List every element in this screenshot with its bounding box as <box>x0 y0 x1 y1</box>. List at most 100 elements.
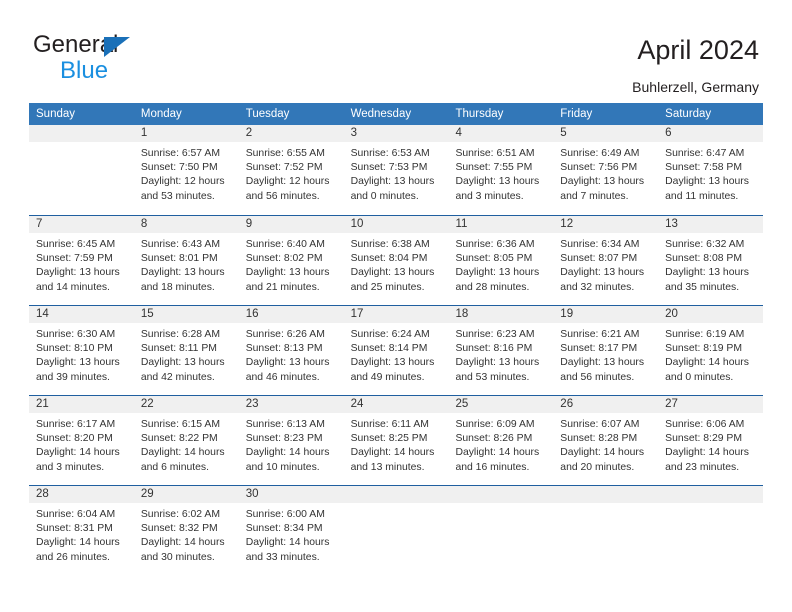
day-details: Sunrise: 6:36 AM Sunset: 8:05 PM Daylight:… <box>448 233 553 295</box>
sunset-text: Sunset: 7:59 PM <box>36 253 113 265</box>
day-details: Sunrise: 6:45 AM Sunset: 7:59 PM Daylight:… <box>29 233 134 295</box>
calendar-day-cell[interactable]: 30 Sunrise: 6:00 AM Sunset: 8:34 PM Dayligh… <box>238 486 344 575</box>
weekday-header-sunday: Sunday <box>36 108 76 120</box>
sunrise-text: Sunrise: 6:06 AM <box>665 419 745 430</box>
sunset-text: Sunset: 8:32 PM <box>140 523 218 535</box>
daylight-text-cont: and 18 minutes. <box>140 281 215 293</box>
sunset-text: Sunset: 7:52 PM <box>245 162 323 174</box>
calendar-day-cell[interactable]: 6 Sunrise: 6:47 AM Sunset: 7:58 PM Daylight… <box>658 125 764 215</box>
sunset-text: Sunset: 8:17 PM <box>560 343 638 355</box>
calendar-day-cell-empty <box>343 486 449 575</box>
daylight-text-cont: and 32 minutes. <box>560 281 635 293</box>
calendar-day-cell[interactable]: 18 Sunrise: 6:23 AM Sunset: 8:16 PM Dayligh… <box>448 306 554 395</box>
calendar-day-cell[interactable]: 15 Sunrise: 6:28 AM Sunset: 8:11 PM Dayligh… <box>133 306 239 395</box>
sunset-text: Sunset: 8:01 PM <box>140 253 218 265</box>
day-number-band: 19 <box>553 306 659 323</box>
day-number-band: 7 <box>29 216 134 233</box>
sunset-text: Sunset: 8:04 PM <box>350 253 428 265</box>
sunset-text: Sunset: 8:34 PM <box>245 523 323 535</box>
day-number: 14 <box>36 308 49 320</box>
daylight-text-cont: and 56 minutes. <box>245 190 320 202</box>
calendar-day-cell[interactable]: 3 Sunrise: 6:53 AM Sunset: 7:53 PM Daylight… <box>343 125 449 215</box>
calendar-day-cell[interactable]: 29 Sunrise: 6:02 AM Sunset: 8:32 PM Dayligh… <box>133 486 239 575</box>
calendar-day-cell-empty <box>29 125 134 215</box>
calendar-weeks: 1 Sunrise: 6:57 AM Sunset: 7:50 PM Daylight… <box>29 125 764 575</box>
calendar-week-row: 14 Sunrise: 6:30 AM Sunset: 8:10 PM Dayligh… <box>29 305 764 395</box>
daylight-text-cont: and 20 minutes. <box>560 461 635 473</box>
day-number-band <box>29 125 134 142</box>
sunrise-text: Sunrise: 6:17 AM <box>36 419 116 430</box>
day-details: Sunrise: 6:51 AM Sunset: 7:55 PM Daylight:… <box>448 142 553 204</box>
logo-text-blue: Blue <box>60 57 109 84</box>
calendar-day-cell[interactable]: 1 Sunrise: 6:57 AM Sunset: 7:50 PM Daylight… <box>133 125 239 215</box>
calendar-day-cell[interactable]: 23 Sunrise: 6:13 AM Sunset: 8:23 PM Dayligh… <box>238 396 344 485</box>
day-details: Sunrise: 6:23 AM Sunset: 8:16 PM Daylight:… <box>448 323 553 385</box>
daylight-text-cont: and 26 minutes. <box>36 551 110 563</box>
sunrise-text: Sunrise: 6:24 AM <box>350 329 430 340</box>
calendar-day-cell[interactable]: 27 Sunrise: 6:06 AM Sunset: 8:29 PM Dayligh… <box>658 396 764 485</box>
sunrise-text: Sunrise: 6:49 AM <box>560 148 640 159</box>
calendar-day-cell[interactable]: 14 Sunrise: 6:30 AM Sunset: 8:10 PM Dayligh… <box>29 306 134 395</box>
daylight-text: Daylight: 14 hours <box>560 447 645 459</box>
calendar-day-cell[interactable]: 20 Sunrise: 6:19 AM Sunset: 8:19 PM Dayligh… <box>658 306 764 395</box>
calendar-day-cell[interactable]: 2 Sunrise: 6:55 AM Sunset: 7:52 PM Daylight… <box>238 125 344 215</box>
day-details: Sunrise: 6:19 AM Sunset: 8:19 PM Daylight:… <box>658 323 763 385</box>
daylight-text: Daylight: 13 hours <box>36 267 120 279</box>
day-details <box>448 503 553 508</box>
day-number-band: 17 <box>343 306 449 323</box>
calendar-day-cell[interactable]: 7 Sunrise: 6:45 AM Sunset: 7:59 PM Daylight… <box>29 216 134 305</box>
day-number-band: 5 <box>553 125 659 142</box>
day-number-band: 23 <box>238 396 344 413</box>
general-blue-logo[interactable]: General Blue <box>33 32 183 90</box>
day-number: 21 <box>36 398 49 410</box>
daylight-text: Daylight: 13 hours <box>560 357 645 369</box>
daylight-text-cont: and 11 minutes. <box>665 190 739 202</box>
sunset-text: Sunset: 8:08 PM <box>665 253 742 265</box>
calendar-day-cell[interactable]: 28 Sunrise: 6:04 AM Sunset: 8:31 PM Dayligh… <box>29 486 134 575</box>
day-details: Sunrise: 6:57 AM Sunset: 7:50 PM Daylight:… <box>134 142 239 204</box>
daylight-text: Daylight: 13 hours <box>245 357 330 369</box>
calendar-day-cell[interactable]: 22 Sunrise: 6:15 AM Sunset: 8:22 PM Dayligh… <box>133 396 239 485</box>
sunset-text: Sunset: 7:58 PM <box>665 162 742 174</box>
day-number-band: 25 <box>448 396 554 413</box>
day-number: 28 <box>36 488 49 500</box>
calendar-day-cell[interactable]: 5 Sunrise: 6:49 AM Sunset: 7:56 PM Daylight… <box>553 125 659 215</box>
daylight-text-cont: and 3 minutes. <box>455 190 524 202</box>
day-number-band: 15 <box>133 306 239 323</box>
daylight-text: Daylight: 13 hours <box>350 176 435 188</box>
calendar-day-cell[interactable]: 19 Sunrise: 6:21 AM Sunset: 8:17 PM Dayligh… <box>553 306 659 395</box>
page-subtitle: Buhlerzell, Germany <box>632 79 759 95</box>
day-details: Sunrise: 6:26 AM Sunset: 8:13 PM Daylight:… <box>239 323 344 385</box>
calendar-day-cell[interactable]: 17 Sunrise: 6:24 AM Sunset: 8:14 PM Dayligh… <box>343 306 449 395</box>
calendar-day-cell[interactable]: 13 Sunrise: 6:32 AM Sunset: 8:08 PM Dayligh… <box>658 216 764 305</box>
day-number-band: 20 <box>658 306 764 323</box>
calendar-day-cell[interactable]: 25 Sunrise: 6:09 AM Sunset: 8:26 PM Dayligh… <box>448 396 554 485</box>
calendar-day-cell[interactable]: 9 Sunrise: 6:40 AM Sunset: 8:02 PM Daylight… <box>238 216 344 305</box>
day-number-band: 27 <box>658 396 764 413</box>
calendar-day-cell[interactable]: 16 Sunrise: 6:26 AM Sunset: 8:13 PM Dayligh… <box>238 306 344 395</box>
sunset-text: Sunset: 8:19 PM <box>665 343 742 355</box>
day-number: 20 <box>665 308 678 320</box>
sunrise-text: Sunrise: 6:32 AM <box>665 239 745 250</box>
daylight-text: Daylight: 13 hours <box>455 267 540 279</box>
calendar-day-cell[interactable]: 12 Sunrise: 6:34 AM Sunset: 8:07 PM Dayligh… <box>553 216 659 305</box>
calendar-day-cell[interactable]: 10 Sunrise: 6:38 AM Sunset: 8:04 PM Dayligh… <box>343 216 449 305</box>
weekday-header-monday: Monday <box>140 108 182 120</box>
day-number: 1 <box>140 127 148 139</box>
calendar-week-row: 21 Sunrise: 6:17 AM Sunset: 8:20 PM Dayligh… <box>29 395 764 485</box>
calendar-day-cell[interactable]: 24 Sunrise: 6:11 AM Sunset: 8:25 PM Dayligh… <box>343 396 449 485</box>
calendar-day-cell[interactable]: 26 Sunrise: 6:07 AM Sunset: 8:28 PM Dayligh… <box>553 396 659 485</box>
sunset-text: Sunset: 8:23 PM <box>245 433 323 445</box>
daylight-text-cont: and 56 minutes. <box>560 371 635 383</box>
weekday-header-tuesday: Tuesday <box>245 108 290 120</box>
calendar-grid: Sunday Monday Tuesday Wednesday Thursday Frid… <box>29 103 764 575</box>
day-number-band: 22 <box>133 396 239 413</box>
calendar-day-cell[interactable]: 21 Sunrise: 6:17 AM Sunset: 8:20 PM Dayligh… <box>29 396 134 485</box>
sunset-text: Sunset: 8:05 PM <box>455 253 533 265</box>
day-details: Sunrise: 6:21 AM Sunset: 8:17 PM Daylight:… <box>553 323 658 385</box>
calendar-day-cell[interactable]: 8 Sunrise: 6:43 AM Sunset: 8:01 PM Daylight… <box>133 216 239 305</box>
day-details: Sunrise: 6:47 AM Sunset: 7:58 PM Daylight:… <box>658 142 763 204</box>
calendar-day-cell[interactable]: 11 Sunrise: 6:36 AM Sunset: 8:05 PM Dayligh… <box>448 216 554 305</box>
page-title: April 2024 <box>637 35 759 65</box>
calendar-day-cell[interactable]: 4 Sunrise: 6:51 AM Sunset: 7:55 PM Daylight… <box>448 125 554 215</box>
